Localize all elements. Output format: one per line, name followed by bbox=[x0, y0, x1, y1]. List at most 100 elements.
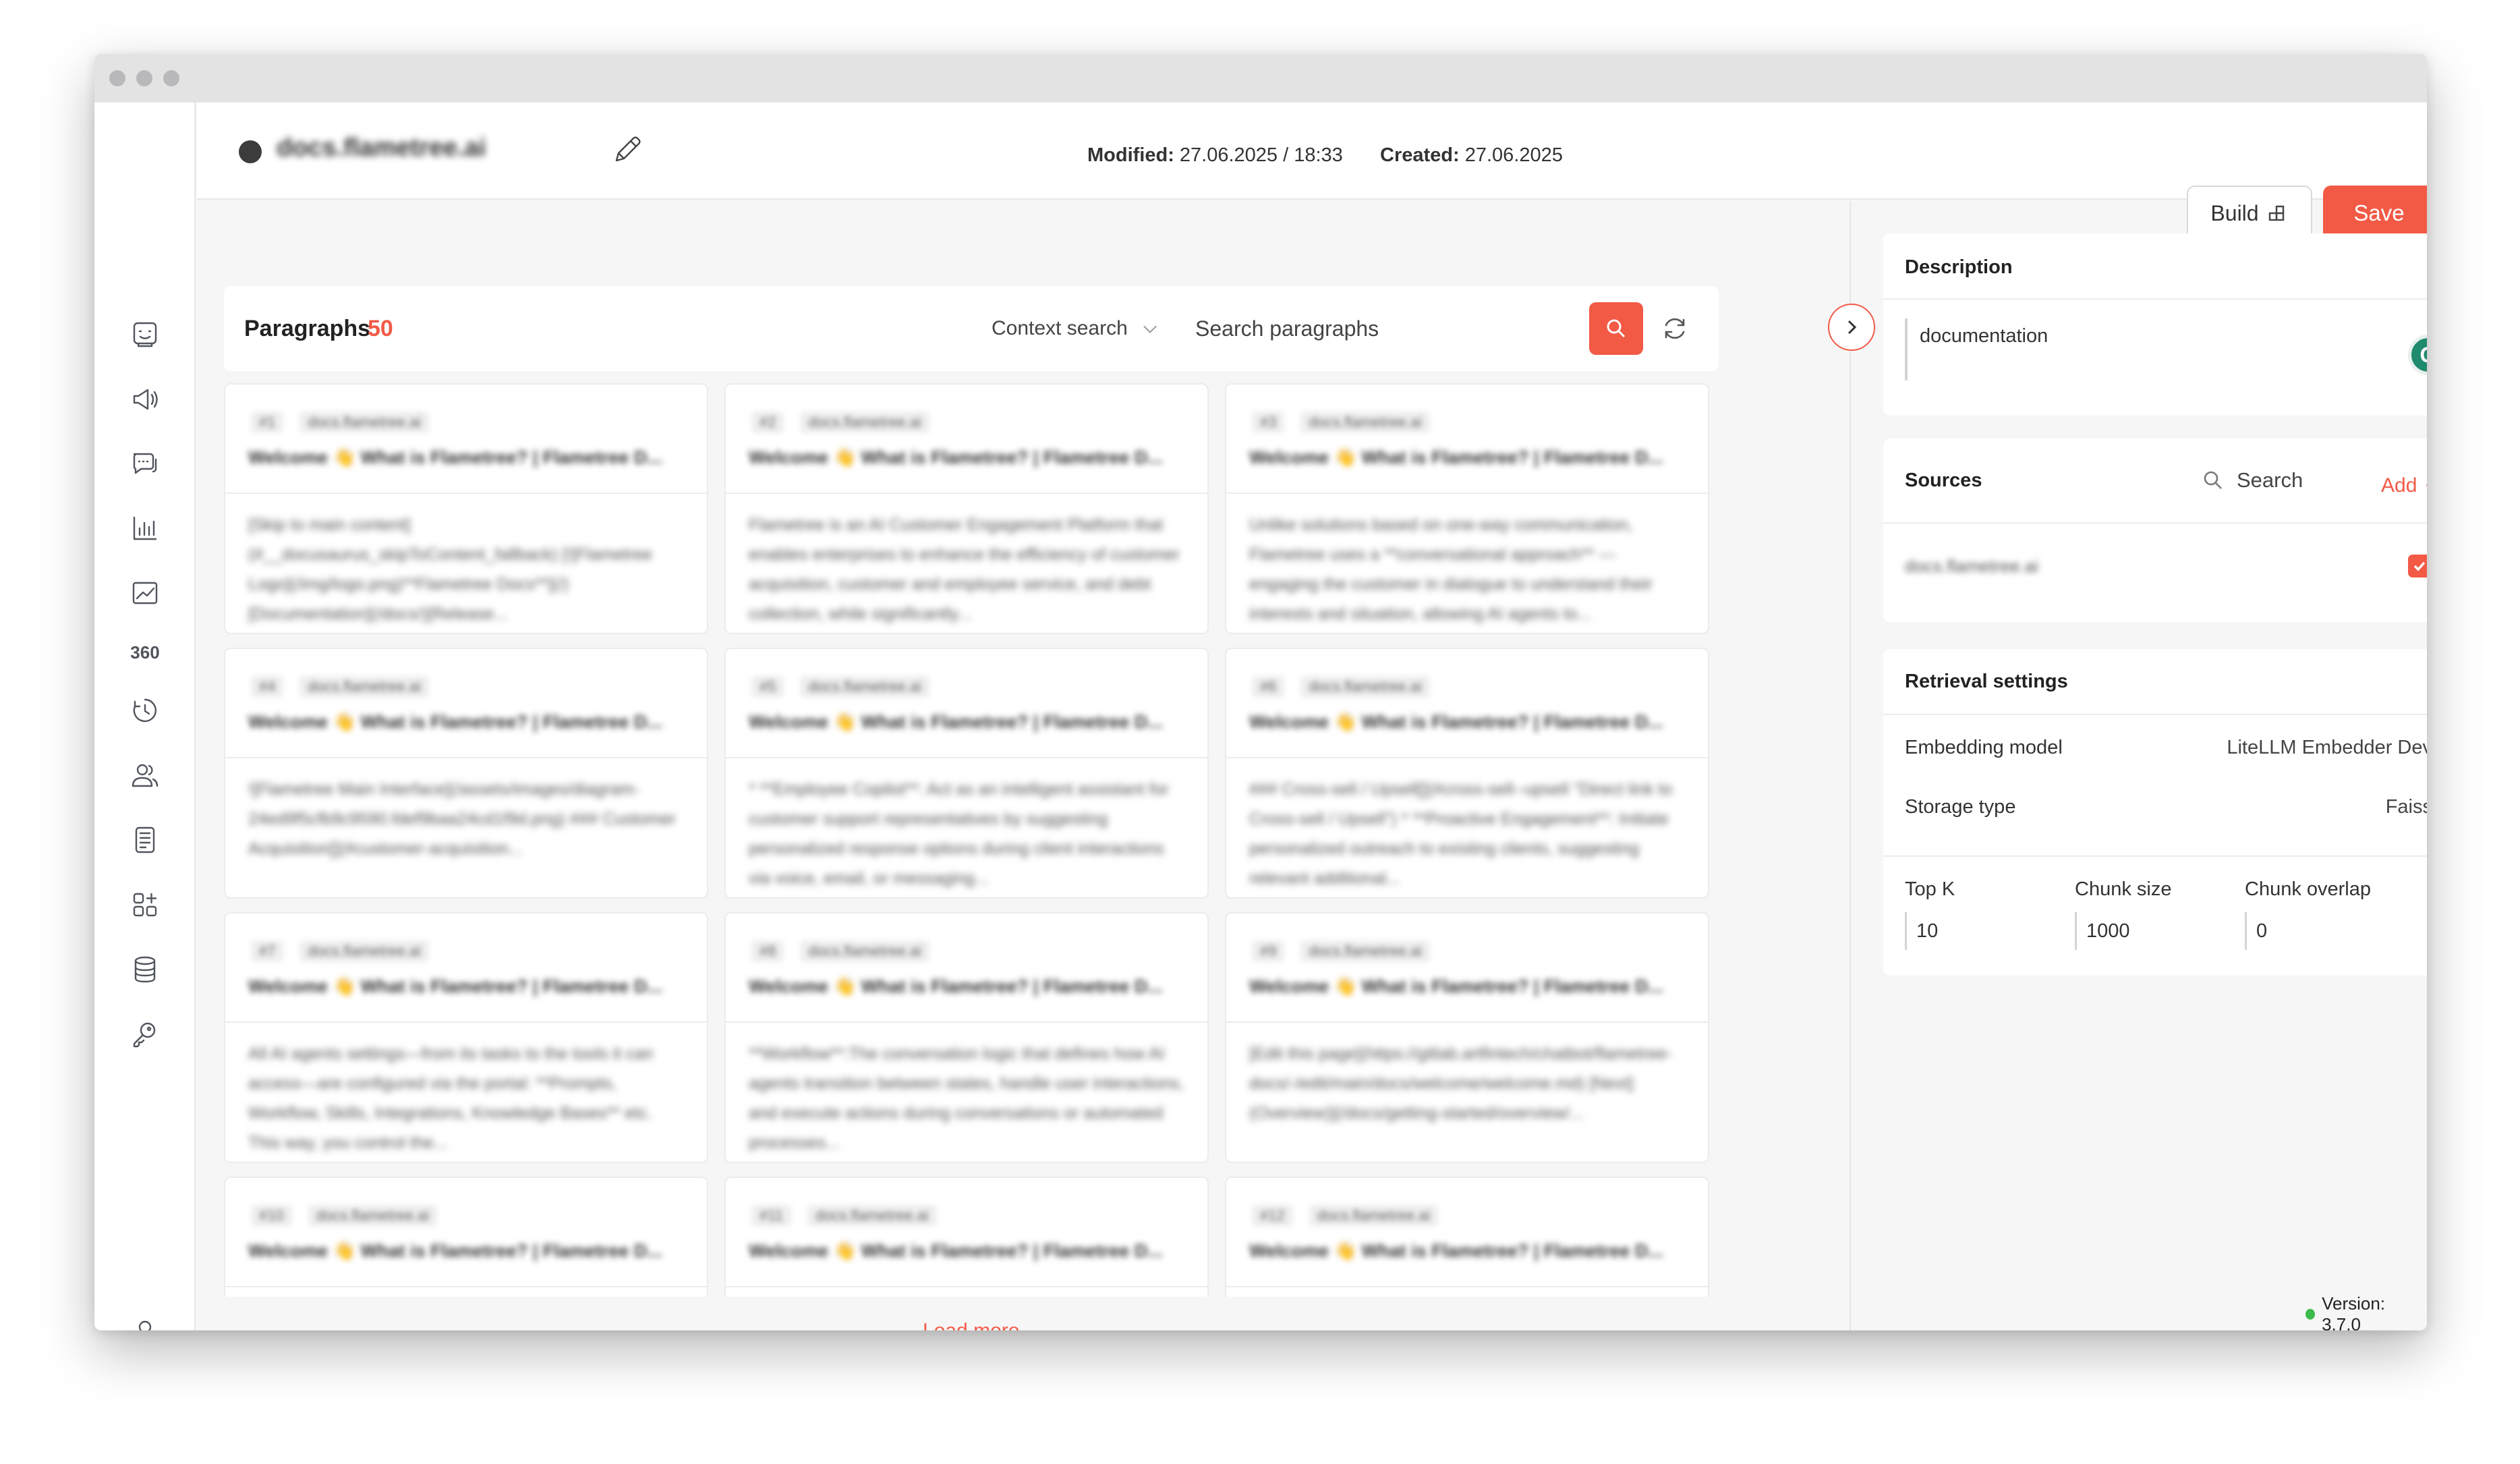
add-source-label: Add bbox=[2381, 474, 2417, 497]
nav-profile[interactable] bbox=[120, 1307, 170, 1330]
paragraph-source: docs.flametree.ai bbox=[1309, 1205, 1439, 1227]
edit-title-button[interactable] bbox=[608, 132, 645, 169]
chunk-overlap-input[interactable] bbox=[2245, 912, 2380, 950]
paragraph-card[interactable]: #7 docs.flametree.ai Welcome 👋 What is Fl… bbox=[224, 912, 708, 1163]
description-field[interactable]: documentation bbox=[1920, 325, 2048, 347]
paragraph-text: ### Cross-sell / Upsell[](#cross-sell--u… bbox=[1249, 780, 1673, 888]
paragraph-text: [Skip to main content](#__docusaurus_ski… bbox=[248, 515, 652, 623]
paragraph-card[interactable]: #1 docs.flametree.ai Welcome 👋 What is Fl… bbox=[224, 383, 708, 634]
paragraph-text: ![Flametree Main Interface](/assets/imag… bbox=[248, 780, 676, 858]
nav-campaigns[interactable] bbox=[120, 374, 170, 424]
search-button[interactable] bbox=[1589, 302, 1643, 355]
save-button[interactable]: Save bbox=[2323, 186, 2427, 241]
paragraph-card[interactable]: #10 docs.flametree.ai Welcome 👋 What is F… bbox=[224, 1177, 708, 1297]
context-search-select[interactable]: Context search bbox=[992, 317, 1157, 340]
embedding-model-value: LiteLLM Embedder Dev bbox=[2227, 737, 2427, 758]
paragraphs-header: Paragraphs 50 Context search bbox=[224, 286, 1719, 371]
panel-divider bbox=[1850, 201, 1851, 1330]
paragraph-card[interactable]: #3 docs.flametree.ai Welcome 👋 What is Fl… bbox=[1225, 383, 1709, 634]
add-source-button[interactable]: Add + bbox=[2381, 470, 2427, 499]
window-minimize-dot[interactable] bbox=[136, 70, 152, 86]
nav-reports[interactable] bbox=[120, 568, 170, 618]
paragraph-title: Welcome 👋 What is Flametree? | Flametree… bbox=[749, 976, 1163, 996]
paragraph-text: [Edit this page](https://gitlab.artfinte… bbox=[1249, 1044, 1672, 1123]
storage-type-select[interactable]: Faiss bbox=[2386, 796, 2427, 818]
modified-label: Modified: bbox=[1087, 144, 1174, 166]
nav-knowledge-bases[interactable] bbox=[120, 945, 170, 994]
paragraph-card[interactable]: #5 docs.flametree.ai Welcome 👋 What is Fl… bbox=[724, 648, 1209, 899]
nav-users[interactable] bbox=[120, 750, 170, 800]
paragraph-title: Welcome 👋 What is Flametree? | Flametree… bbox=[1249, 976, 1663, 996]
chunk-size-input[interactable] bbox=[2075, 912, 2210, 950]
paragraph-card[interactable]: #8 docs.flametree.ai Welcome 👋 What is Fl… bbox=[724, 912, 1209, 1163]
window-maximize-dot[interactable] bbox=[163, 70, 179, 86]
paragraph-title: Welcome 👋 What is Flametree? | Flametree… bbox=[248, 1241, 662, 1261]
paragraph-title: Welcome 👋 What is Flametree? | Flametree… bbox=[248, 976, 662, 996]
app-window: 360 docs.flametree.ai Modified: 27.06.20… bbox=[94, 54, 2427, 1330]
search-paragraphs-input[interactable] bbox=[1195, 306, 1573, 351]
bar-chart-icon bbox=[133, 516, 157, 540]
nav-history[interactable] bbox=[120, 685, 170, 735]
description-border bbox=[1905, 318, 1908, 381]
document-icon bbox=[135, 826, 155, 853]
paragraph-card[interactable]: #6 docs.flametree.ai Welcome 👋 What is Fl… bbox=[1225, 648, 1709, 899]
window-titlebar bbox=[94, 54, 2427, 103]
retrieval-panel: Retrieval settings Embedding model LiteL… bbox=[1883, 649, 2427, 976]
paragraph-id: #8 bbox=[751, 940, 784, 962]
search-icon bbox=[2204, 471, 2222, 489]
paragraph-card[interactable]: #11 docs.flametree.ai Welcome 👋 What is F… bbox=[724, 1177, 1209, 1297]
load-more-button[interactable]: Load more bbox=[923, 1320, 1019, 1330]
paragraph-text: **Workflow**:The conversation logic that… bbox=[749, 1044, 1184, 1152]
nav-agents[interactable] bbox=[120, 309, 170, 359]
nav-api-keys[interactable] bbox=[120, 1009, 170, 1059]
paragraph-id: #11 bbox=[751, 1205, 792, 1227]
main-content: Paragraphs 50 Context search #1 docs.flam… bbox=[197, 201, 1719, 1330]
nav-360[interactable]: 360 bbox=[120, 627, 170, 677]
collapse-panel-button[interactable] bbox=[1828, 304, 1875, 351]
nav-analytics[interactable] bbox=[120, 503, 170, 553]
paragraphs-count: 50 bbox=[368, 316, 393, 341]
storage-type-label: Storage type bbox=[1905, 796, 2016, 818]
status-indicator bbox=[239, 140, 262, 163]
paragraph-card[interactable]: #4 docs.flametree.ai Welcome 👋 What is Fl… bbox=[224, 648, 708, 899]
paragraph-title: Welcome 👋 What is Flametree? | Flametree… bbox=[248, 447, 662, 468]
paragraph-card[interactable]: #9 docs.flametree.ai Welcome 👋 What is Fl… bbox=[1225, 912, 1709, 1163]
refresh-button[interactable] bbox=[1659, 313, 1690, 344]
paragraphs-grid: #1 docs.flametree.ai Welcome 👋 What is Fl… bbox=[224, 383, 1719, 1297]
paragraph-id: #10 bbox=[251, 1205, 292, 1227]
refresh-icon bbox=[1665, 318, 1685, 339]
nav-conversations[interactable] bbox=[120, 439, 170, 488]
sources-search[interactable]: Search bbox=[2202, 468, 2303, 492]
modified-info: Modified: 27.06.2025 / 18:33 bbox=[1087, 144, 1343, 167]
source-checkbox[interactable] bbox=[2408, 555, 2427, 578]
sidebar: 360 bbox=[94, 103, 196, 1330]
top-k-input[interactable] bbox=[1905, 912, 2040, 950]
nav-documents[interactable] bbox=[120, 815, 170, 865]
paragraph-id: #5 bbox=[751, 676, 784, 698]
paragraph-card[interactable]: #12 docs.flametree.ai Welcome 👋 What is F… bbox=[1225, 1177, 1709, 1297]
chat-bubbles-icon bbox=[133, 453, 157, 474]
window-close-dot[interactable] bbox=[109, 70, 125, 86]
sources-panel: Sources Search Add + docs.flametree.ai bbox=[1883, 439, 2427, 622]
paragraphs-title: Paragraphs bbox=[244, 316, 371, 341]
paragraph-source: docs.flametree.ai bbox=[299, 412, 430, 433]
version-badge: Version: 3.7.0 bbox=[2296, 1293, 2427, 1330]
paragraph-source: docs.flametree.ai bbox=[800, 676, 930, 698]
grammarly-icon[interactable]: G bbox=[2408, 335, 2427, 375]
paragraph-card[interactable]: #2 docs.flametree.ai Welcome 👋 What is Fl… bbox=[724, 383, 1209, 634]
key-icon bbox=[133, 1022, 156, 1048]
plus-icon: + bbox=[2425, 471, 2427, 499]
page-title: docs.flametree.ai bbox=[277, 134, 486, 162]
paragraph-source: docs.flametree.ai bbox=[800, 940, 930, 962]
checkmark-icon bbox=[2413, 561, 2426, 571]
nav-integrations[interactable] bbox=[120, 880, 170, 930]
pencil-icon bbox=[615, 136, 641, 162]
360-icon: 360 bbox=[130, 642, 160, 663]
paragraph-id: #4 bbox=[251, 676, 284, 698]
paragraph-source: docs.flametree.ai bbox=[1300, 940, 1431, 962]
paragraph-source: docs.flametree.ai bbox=[800, 412, 930, 433]
build-button-label: Build bbox=[2210, 200, 2259, 225]
paragraph-source: docs.flametree.ai bbox=[308, 1205, 438, 1227]
build-button[interactable]: Build bbox=[2187, 186, 2312, 241]
embedding-model-select[interactable]: LiteLLM Embedder Dev bbox=[2227, 737, 2427, 759]
